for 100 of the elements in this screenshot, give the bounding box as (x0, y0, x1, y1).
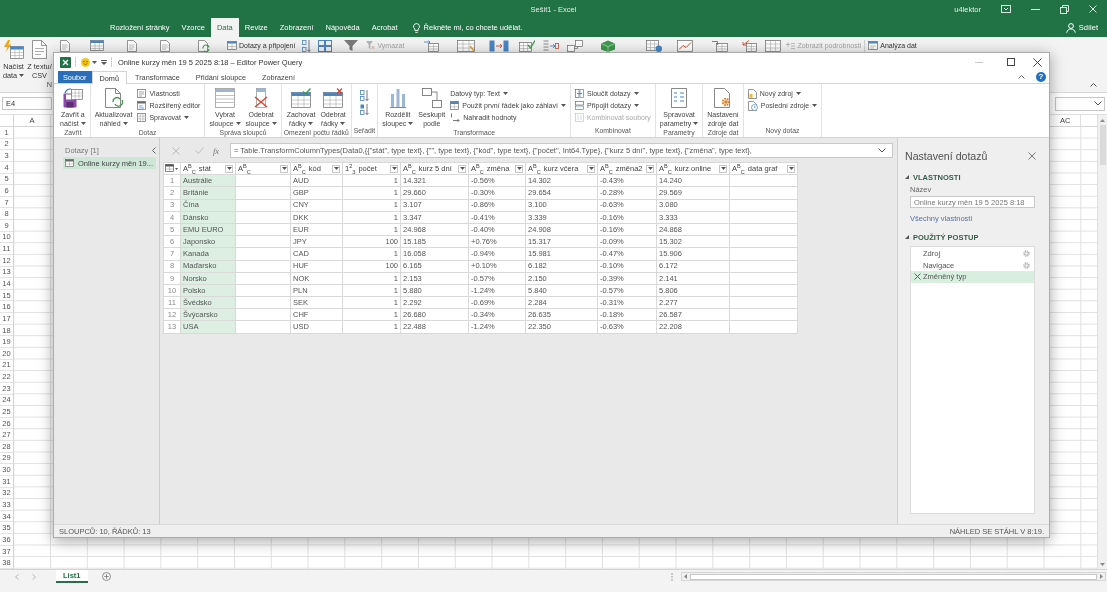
column-filter-button[interactable] (787, 164, 795, 173)
vertical-scrollbar[interactable] (1097, 115, 1107, 569)
document-icon[interactable] (60, 40, 70, 52)
sort-grid-icon[interactable] (318, 40, 333, 52)
document-icon (32, 40, 47, 59)
chevron-down-icon[interactable] (878, 148, 886, 153)
line-chart-icon[interactable] (677, 40, 694, 52)
chevron-up-icon[interactable] (1090, 83, 1097, 87)
caret-icon (226, 167, 232, 171)
table-check-icon (291, 88, 311, 108)
replace-arrow-icon (450, 112, 461, 123)
column-filter-button[interactable] (515, 164, 523, 173)
column-filter-button[interactable] (587, 164, 595, 173)
close-icon[interactable] (1033, 57, 1042, 67)
table-menu-icon[interactable] (165, 163, 178, 172)
document-refresh-icon[interactable] (198, 40, 210, 52)
document-gear-icon (714, 88, 733, 108)
caret-icon (391, 167, 397, 171)
column-filter-button[interactable] (225, 164, 233, 173)
caret-icon (647, 167, 653, 171)
linked-boxes-icon[interactable] (567, 40, 584, 52)
scroll-right-icon[interactable] (1100, 574, 1103, 579)
pane-title: Nastavení dotazů (905, 149, 988, 162)
list-arrow-icon[interactable] (543, 40, 560, 52)
table-pen-icon[interactable] (457, 40, 476, 52)
expanded-triangle-icon[interactable] (905, 235, 909, 239)
table-icon[interactable] (765, 40, 782, 52)
scroll-up-icon[interactable] (1100, 119, 1105, 122)
caret-icon[interactable] (92, 60, 97, 64)
caret-icon (588, 167, 594, 171)
function-label[interactable]: fx (213, 145, 220, 156)
restore-icon[interactable] (1060, 4, 1069, 14)
columns-arrow-icon[interactable] (489, 40, 510, 52)
document-clock-icon (747, 100, 758, 111)
sort-icon[interactable] (359, 90, 369, 101)
clear-filter-icon (366, 41, 376, 50)
table-arrow-icon[interactable] (424, 40, 440, 52)
table-check-icon[interactable] (519, 40, 536, 52)
append-icon (574, 101, 584, 110)
chevron-up-icon[interactable] (1018, 75, 1025, 79)
table-icon (137, 113, 147, 122)
scroll-down-icon[interactable] (1100, 563, 1105, 566)
combine-icon (574, 113, 584, 122)
gear-icon[interactable] (1023, 261, 1030, 269)
check-icon[interactable] (195, 147, 204, 154)
caret-icon (720, 167, 726, 171)
document-icon[interactable] (160, 40, 170, 52)
lightbulb-icon (412, 22, 420, 33)
table-arrow-icon[interactable] (742, 40, 758, 52)
horizontal-scrollbar[interactable] (681, 572, 1106, 581)
delete-icon[interactable] (914, 273, 921, 281)
caret-icon (459, 167, 465, 171)
editor-window-icon (137, 101, 147, 110)
properties-icon (137, 89, 147, 98)
column-filter-button[interactable] (719, 164, 727, 173)
plus-list-icon (786, 42, 796, 49)
column-filter-button[interactable] (280, 164, 288, 173)
gear-icon[interactable] (1023, 250, 1030, 258)
save-table-icon (62, 88, 83, 108)
table-icon[interactable] (90, 40, 104, 51)
lightning-table-icon (3, 40, 24, 59)
table-arrow-icon[interactable] (712, 40, 729, 52)
chevron-left-icon[interactable] (152, 147, 156, 154)
maximize-icon[interactable] (1007, 58, 1015, 66)
scroll-left-icon[interactable] (684, 574, 687, 579)
split-bars-icon (389, 88, 406, 108)
dropdown-icon[interactable] (101, 59, 107, 65)
table-icon (65, 159, 74, 167)
cube-icon[interactable] (600, 40, 617, 52)
table-header-icon (450, 101, 460, 110)
minimize-icon[interactable] (1031, 8, 1040, 10)
spreadsheet-logo-icon (60, 56, 71, 68)
document-icon (747, 88, 757, 99)
smiley-icon[interactable] (81, 57, 90, 67)
caret-icon (516, 167, 522, 171)
expanded-triangle-icon[interactable] (905, 175, 909, 179)
scrollbar-thumb[interactable] (690, 573, 1097, 580)
chevron-down-icon[interactable] (1094, 101, 1102, 106)
caret-icon (333, 167, 339, 171)
document-icon[interactable] (127, 40, 137, 52)
help-button[interactable]: ? (1036, 72, 1046, 82)
parameters-list-icon (671, 88, 687, 108)
table-icon (227, 41, 237, 50)
column-list-icon (214, 88, 235, 108)
column-filter-button[interactable] (332, 164, 340, 173)
table-dot-icon[interactable] (646, 40, 663, 52)
column-remove-icon (253, 88, 270, 108)
document-refresh-icon (104, 88, 123, 108)
sort-icon[interactable] (359, 104, 369, 115)
person-icon (1065, 22, 1076, 33)
analysis-icon (868, 41, 879, 50)
ribbon-display-icon[interactable] (1001, 5, 1011, 13)
column-filter-button[interactable] (646, 164, 654, 173)
sort-icon[interactable] (302, 40, 312, 52)
merge-icon (574, 89, 584, 98)
column-filter-button[interactable] (458, 164, 466, 173)
plus-icon[interactable] (101, 572, 111, 581)
group-icon (421, 88, 442, 108)
column-filter-button[interactable] (390, 164, 398, 173)
caret-icon (788, 167, 794, 171)
